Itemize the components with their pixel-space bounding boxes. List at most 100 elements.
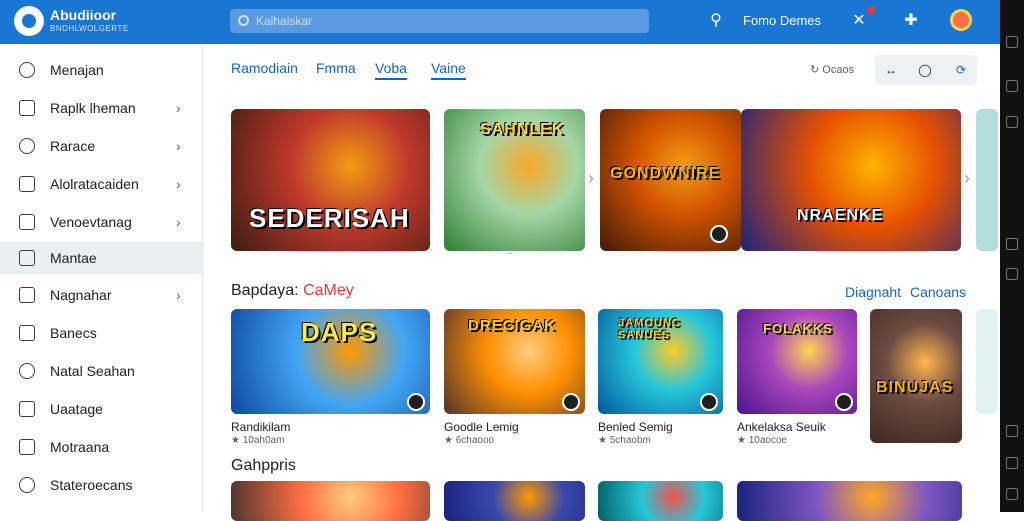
tool-icon[interactable] (1006, 268, 1018, 280)
search-icon[interactable]: ⚲ (705, 10, 727, 32)
game-card[interactable]: FOLAKKS (737, 309, 857, 414)
sidebar-item[interactable]: Raplk lheman › (0, 92, 202, 124)
sidebar-item[interactable]: Mantae (0, 242, 202, 274)
game-card-art: DRECIGAK (468, 317, 557, 334)
sidebar-item-label: Alolratacaiden (50, 176, 139, 192)
featured-card-title: NRAENKE (797, 207, 884, 224)
chevron-right-icon: › (176, 214, 181, 230)
sidebar-item[interactable]: Stateroecans (0, 469, 202, 501)
play-badge (700, 393, 718, 411)
close-icon[interactable] (1006, 36, 1018, 48)
sidebar-item[interactable]: Alolratacaiden › (0, 168, 202, 200)
tab-ramodiain[interactable]: Ramodiain (231, 60, 298, 76)
sidebar: Menajan Raplk lheman › Rarace › Alolratacaide… (0, 44, 203, 512)
tab-vaine[interactable]: Vaine (431, 60, 466, 80)
game-meta: ★ 6chaooo (444, 435, 495, 446)
game-card[interactable]: DAPS (231, 309, 430, 414)
tab-voba[interactable]: Voba (375, 60, 407, 80)
game-card-art: BINUJAS (876, 379, 954, 396)
featured-card[interactable]: GONDWNIRE (600, 109, 741, 251)
add-icon[interactable]: ✚ (900, 10, 922, 32)
game-meta: ★ 10ah0am (231, 435, 285, 446)
top-bar: Abudiioor BNDHLWOLGERTE ⚲ Fomo Demes ✕ ✚ (0, 0, 1000, 44)
carousel-next-icon[interactable]: › (588, 168, 594, 189)
carousel-indicator[interactable]: ˆˆ (506, 252, 513, 263)
game-name[interactable]: Goodle Lemig (444, 420, 519, 434)
brand-name: Abudiioor (50, 7, 117, 23)
sidebar-item[interactable]: Nagnahar › (0, 279, 202, 311)
chevron-right-icon: › (176, 100, 181, 116)
chevron-right-icon: › (176, 176, 181, 192)
game-card[interactable] (737, 481, 962, 521)
chart-icon (19, 176, 35, 192)
sidebar-item-label: Stateroecans (50, 477, 133, 493)
game-name[interactable]: Ankelaksa Seuik (737, 420, 826, 434)
tool-icon[interactable] (1006, 116, 1018, 128)
game-name[interactable]: Benled Semig (598, 420, 673, 434)
tab-fmma[interactable]: Fmma (316, 60, 356, 76)
brand-subtitle: BNDHLWOLGERTE (50, 24, 129, 33)
notification-badge (867, 6, 875, 14)
tool-icon[interactable] (1006, 488, 1018, 500)
game-card[interactable] (598, 481, 723, 521)
right-toolbar (1000, 0, 1024, 512)
game-card[interactable]: DRECIGAK (444, 309, 585, 414)
play-badge (835, 393, 853, 411)
tool-icon[interactable] (1006, 238, 1018, 250)
image-icon (19, 287, 35, 303)
sidebar-item[interactable]: Uaatage (0, 393, 202, 425)
notification-icon[interactable]: ✕ (848, 10, 870, 32)
refresh-icon[interactable]: ⟳ (953, 62, 969, 78)
refresh-label[interactable]: ↻ Ocaos (810, 63, 854, 76)
sidebar-item[interactable]: Motraana (0, 431, 202, 463)
search-icon (238, 15, 249, 26)
account-label[interactable]: Fomo Demes (743, 13, 821, 28)
resize-icon[interactable]: ↔ (883, 62, 899, 78)
lock-icon[interactable]: ◯ (917, 62, 933, 78)
clock-icon (19, 363, 35, 379)
sidebar-item[interactable]: Rarace › (0, 130, 202, 162)
heart-icon (19, 100, 35, 116)
list-icon (19, 401, 35, 417)
game-card[interactable]: BINUJAS (870, 309, 962, 443)
phone-icon (19, 138, 35, 154)
game-name[interactable]: Randikilam (231, 420, 290, 434)
game-card[interactable] (231, 481, 430, 521)
featured-card[interactable]: SEDERISAH (231, 109, 430, 251)
sidebar-item-label: Rarace (50, 138, 96, 154)
avatar[interactable] (950, 9, 972, 31)
section-accent: CaMey (303, 282, 354, 299)
game-card[interactable] (444, 481, 585, 521)
game-card-partial[interactable] (976, 309, 998, 414)
featured-card-title: SEDERISAH (249, 203, 410, 233)
sidebar-item[interactable]: Menajan (0, 54, 202, 86)
sidebar-item-label: Uaatage (50, 401, 103, 417)
featured-card[interactable]: SAHNLEK (444, 109, 585, 251)
sidebar-item[interactable]: Banecs (0, 317, 202, 349)
featured-card[interactable]: NRAENKE (741, 109, 961, 251)
text-icon[interactable] (1006, 457, 1018, 469)
app-logo[interactable] (14, 6, 44, 36)
sidebar-item-label: Venoevtanag (50, 214, 132, 230)
play-badge (407, 393, 425, 411)
search-box[interactable] (230, 9, 649, 33)
search-input[interactable] (230, 9, 649, 33)
link-canoans[interactable]: Canoans (910, 284, 966, 300)
sidebar-item[interactable]: Natal Seahan (0, 355, 202, 387)
link-diagnaht[interactable]: Diagnaht (845, 284, 901, 300)
game-card-art: JAMOUNC SANUES (618, 317, 681, 341)
game-meta: ★ 10aocoe (737, 435, 788, 446)
carousel-next-icon[interactable]: › (964, 168, 970, 189)
sidebar-item-label: Banecs (50, 325, 97, 341)
tool-icon[interactable] (1006, 425, 1018, 437)
sidebar-item[interactable]: Venoevtanag › (0, 206, 202, 238)
folder-icon (19, 325, 35, 341)
tool-icon[interactable] (1006, 80, 1018, 92)
lock-icon (19, 439, 35, 455)
play-badge (562, 393, 580, 411)
settings-icon (19, 477, 35, 493)
featured-card-partial[interactable] (976, 109, 998, 251)
game-card[interactable]: JAMOUNC SANUES (598, 309, 723, 414)
sidebar-item-label: Raplk lheman (50, 100, 136, 116)
view-toolbar: ↔ ◯ ⟳ (875, 55, 977, 85)
